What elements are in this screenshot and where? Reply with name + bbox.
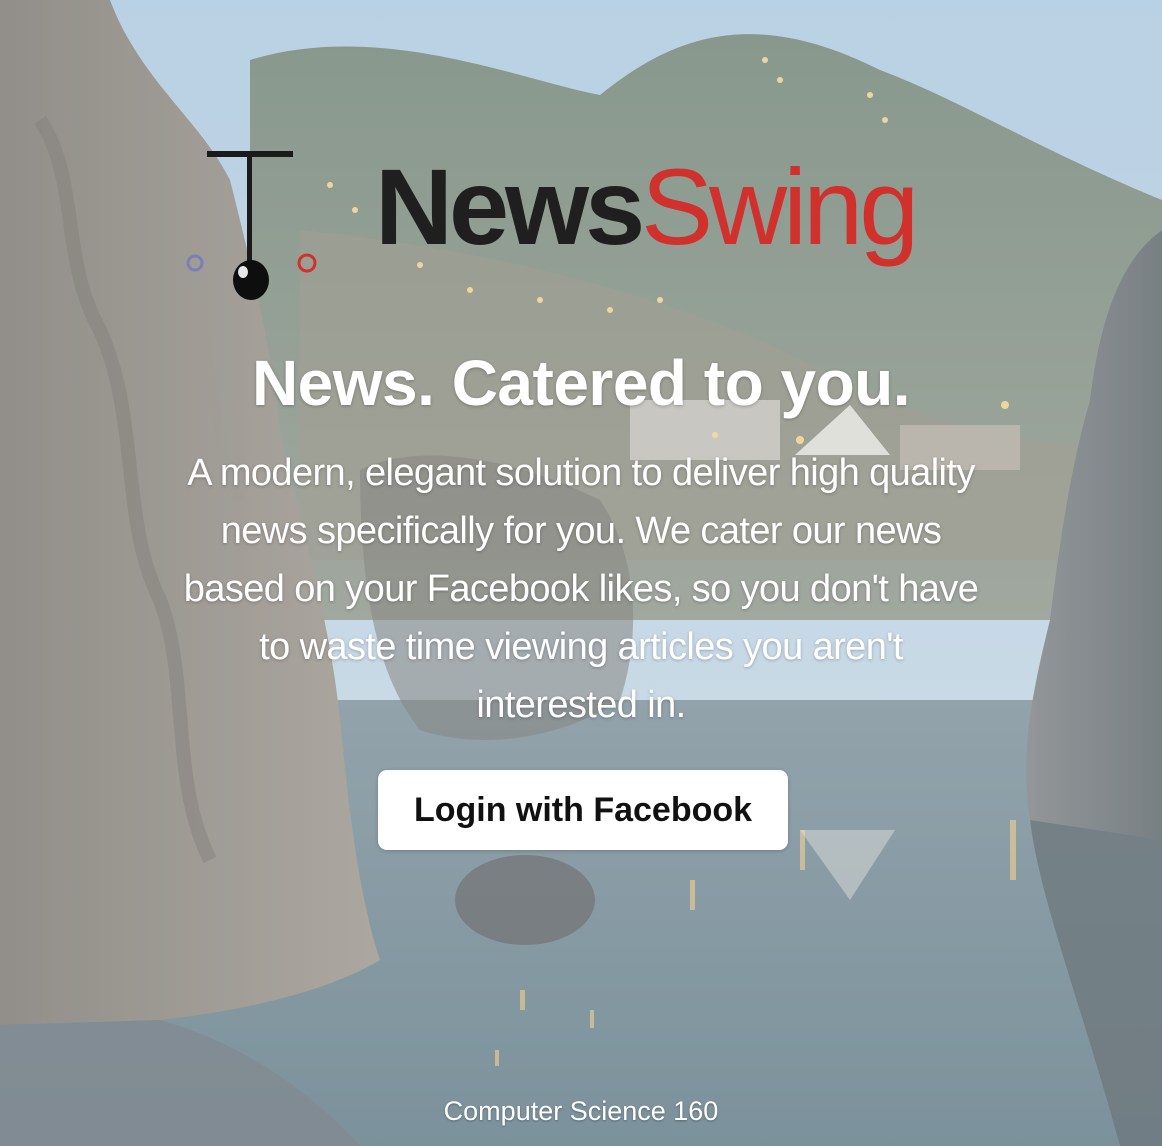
hero-description: A modern, elegant solution to deliver hi… — [183, 452, 979, 726]
newsswing-logo: NewsSwing — [180, 145, 1000, 310]
brand-name-swing: Swing — [641, 146, 919, 267]
login-with-facebook-button[interactable]: Login with Facebook — [378, 770, 788, 850]
brand-name-news: News — [375, 146, 645, 267]
hero-tagline: News. Catered to you. — [251, 347, 911, 419]
brand-wordmark: NewsSwing — [375, 153, 919, 261]
footer-credit: Computer Science 160 — [443, 1096, 719, 1126]
pendulum-icon — [186, 151, 317, 300]
